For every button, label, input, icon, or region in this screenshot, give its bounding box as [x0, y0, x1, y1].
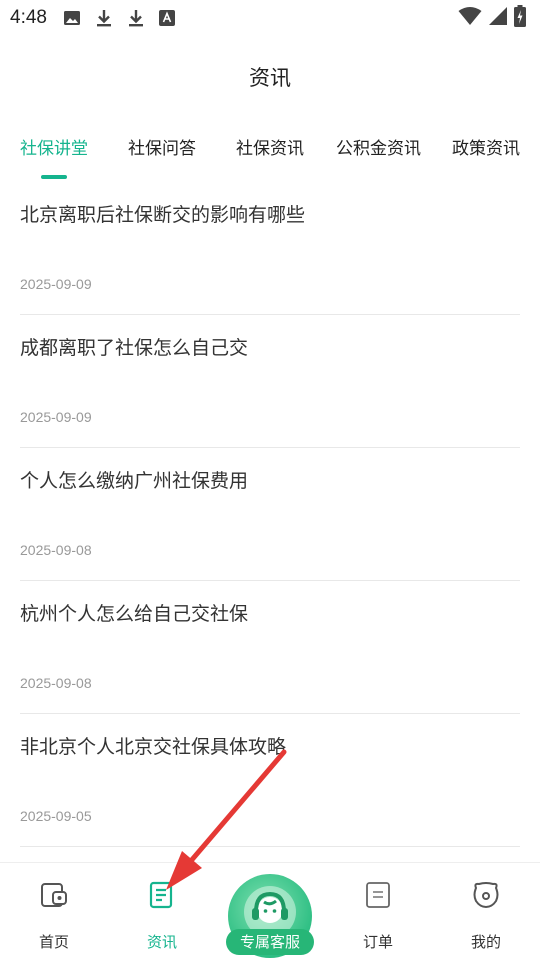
battery-icon: [514, 5, 526, 31]
nav-orders[interactable]: 订单: [324, 863, 432, 960]
wifi-icon: [458, 6, 482, 30]
article-date: 2025-09-08: [20, 542, 92, 558]
list-item[interactable]: 非北京个人北京交社保具体攻略 2025-09-05: [20, 714, 520, 847]
tab-policy-news[interactable]: 政策资讯: [452, 134, 520, 159]
article-date: 2025-09-09: [20, 276, 92, 292]
article-title: 北京离职后社保断交的影响有哪些: [20, 204, 306, 226]
list-item[interactable]: 个人怎么缴纳广州社保费用 2025-09-08: [20, 448, 520, 581]
home-icon: [41, 883, 67, 907]
article-title: 杭州个人怎么给自己交社保: [20, 603, 249, 625]
status-system-icons: [458, 5, 526, 31]
nav-home-label: 首页: [38, 933, 69, 951]
image-icon: [63, 9, 81, 27]
orders-icon: [366, 882, 390, 908]
nav-news[interactable]: 资讯: [108, 863, 216, 960]
list-item[interactable]: 北京离职后社保断交的影响有哪些 2025-09-09: [20, 182, 520, 315]
article-date: 2025-09-09: [20, 409, 92, 425]
category-tabs: 社保讲堂 社保问答 社保资讯 公积金资讯 政策资讯: [0, 134, 540, 182]
article-date: 2025-09-05: [20, 808, 92, 824]
article-title: 个人怎么缴纳广州社保费用: [20, 470, 249, 492]
news-icon: [149, 881, 173, 909]
tab-social-security-lecture[interactable]: 社保讲堂: [20, 134, 88, 159]
article-date: 2025-09-08: [20, 675, 92, 691]
download-icon: [127, 8, 145, 28]
tab-social-security-news[interactable]: 社保资讯: [236, 134, 304, 159]
tab-housing-fund-news[interactable]: 公积金资讯: [336, 134, 421, 159]
customer-service-label[interactable]: 专属客服: [226, 929, 314, 955]
nav-mine[interactable]: 我的: [432, 863, 540, 960]
download-icon: [95, 8, 113, 28]
article-list: 北京离职后社保断交的影响有哪些 2025-09-09 成都离职了社保怎么自己交 …: [20, 182, 520, 847]
nav-mine-label: 我的: [470, 933, 501, 951]
nav-news-label: 资讯: [146, 933, 177, 951]
font-icon: [158, 10, 175, 26]
nav-orders-label: 订单: [362, 933, 393, 951]
profile-icon: [473, 882, 499, 909]
list-item[interactable]: 杭州个人怎么给自己交社保 2025-09-08: [20, 581, 520, 714]
article-title: 成都离职了社保怎么自己交: [20, 337, 249, 359]
page-title: 资讯: [249, 66, 291, 90]
tab-social-security-qa[interactable]: 社保问答: [128, 134, 196, 159]
active-tab-indicator: [41, 175, 67, 179]
status-bar: 4:48: [0, 0, 540, 36]
article-title: 非北京个人北京交社保具体攻略: [20, 736, 287, 758]
nav-home[interactable]: 首页: [0, 863, 108, 960]
cellular-icon: [488, 6, 508, 30]
status-time: 4:48: [10, 7, 47, 28]
list-item[interactable]: 成都离职了社保怎么自己交 2025-09-09: [20, 315, 520, 448]
status-notification-icons: [63, 8, 175, 28]
